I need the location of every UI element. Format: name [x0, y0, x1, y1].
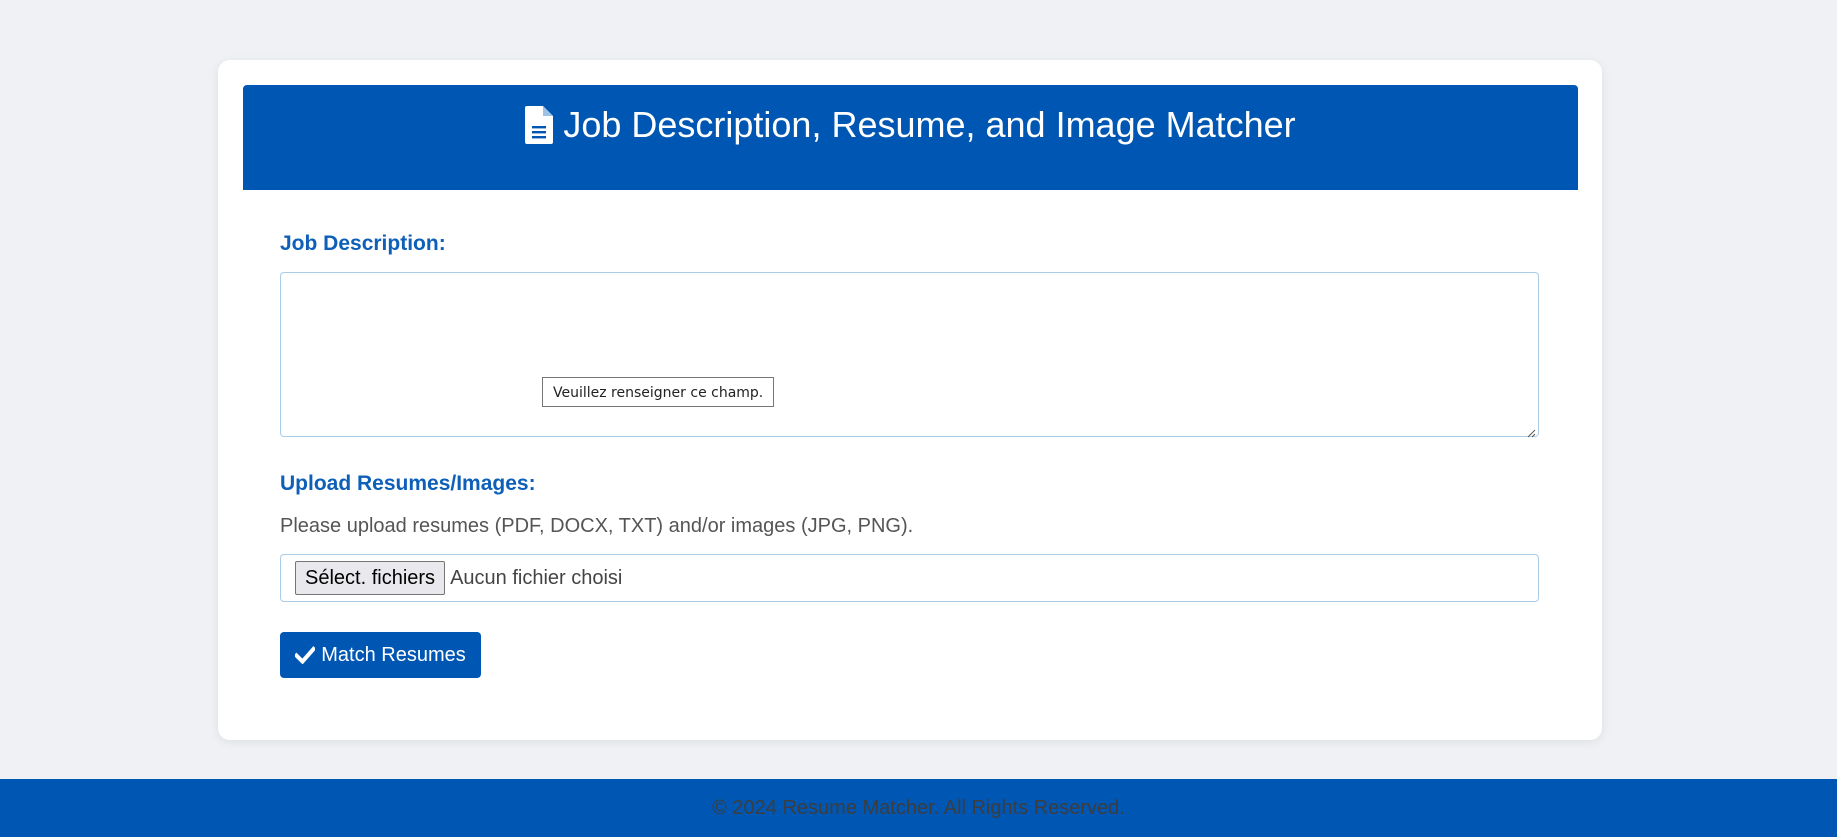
- resize-grip-icon[interactable]: [1527, 425, 1536, 438]
- job-description-label: Job Description:: [280, 232, 446, 255]
- file-document-icon: [525, 106, 554, 144]
- file-input[interactable]: Sélect. fichiers Aucun fichier choisi: [280, 554, 1539, 602]
- job-description-textarea[interactable]: [280, 272, 1539, 438]
- validation-tooltip: Veuillez renseigner ce champ.: [542, 377, 775, 407]
- upload-label: Upload Resumes/Images:: [280, 472, 536, 495]
- matcher-card: Job Description, Resume, and Image Match…: [218, 60, 1602, 740]
- header-banner: Job Description, Resume, and Image Match…: [243, 85, 1578, 190]
- match-resumes-label: Match Resumes: [321, 643, 466, 666]
- match-resumes-button[interactable]: Match Resumes: [280, 632, 481, 678]
- upload-hint: Please upload resumes (PDF, DOCX, TXT) a…: [280, 515, 914, 537]
- footer-copyright: © 2024 Resume Matcher. All Rights Reserv…: [712, 796, 1125, 819]
- page-title: Job Description, Resume, and Image Match…: [563, 104, 1296, 145]
- header-title-row: Job Description, Resume, and Image Match…: [525, 103, 1296, 147]
- check-icon: [293, 646, 317, 665]
- select-files-button[interactable]: Sélect. fichiers: [295, 561, 446, 595]
- file-status-text: Aucun fichier choisi: [450, 566, 623, 589]
- footer: © 2024 Resume Matcher. All Rights Reserv…: [0, 779, 1837, 837]
